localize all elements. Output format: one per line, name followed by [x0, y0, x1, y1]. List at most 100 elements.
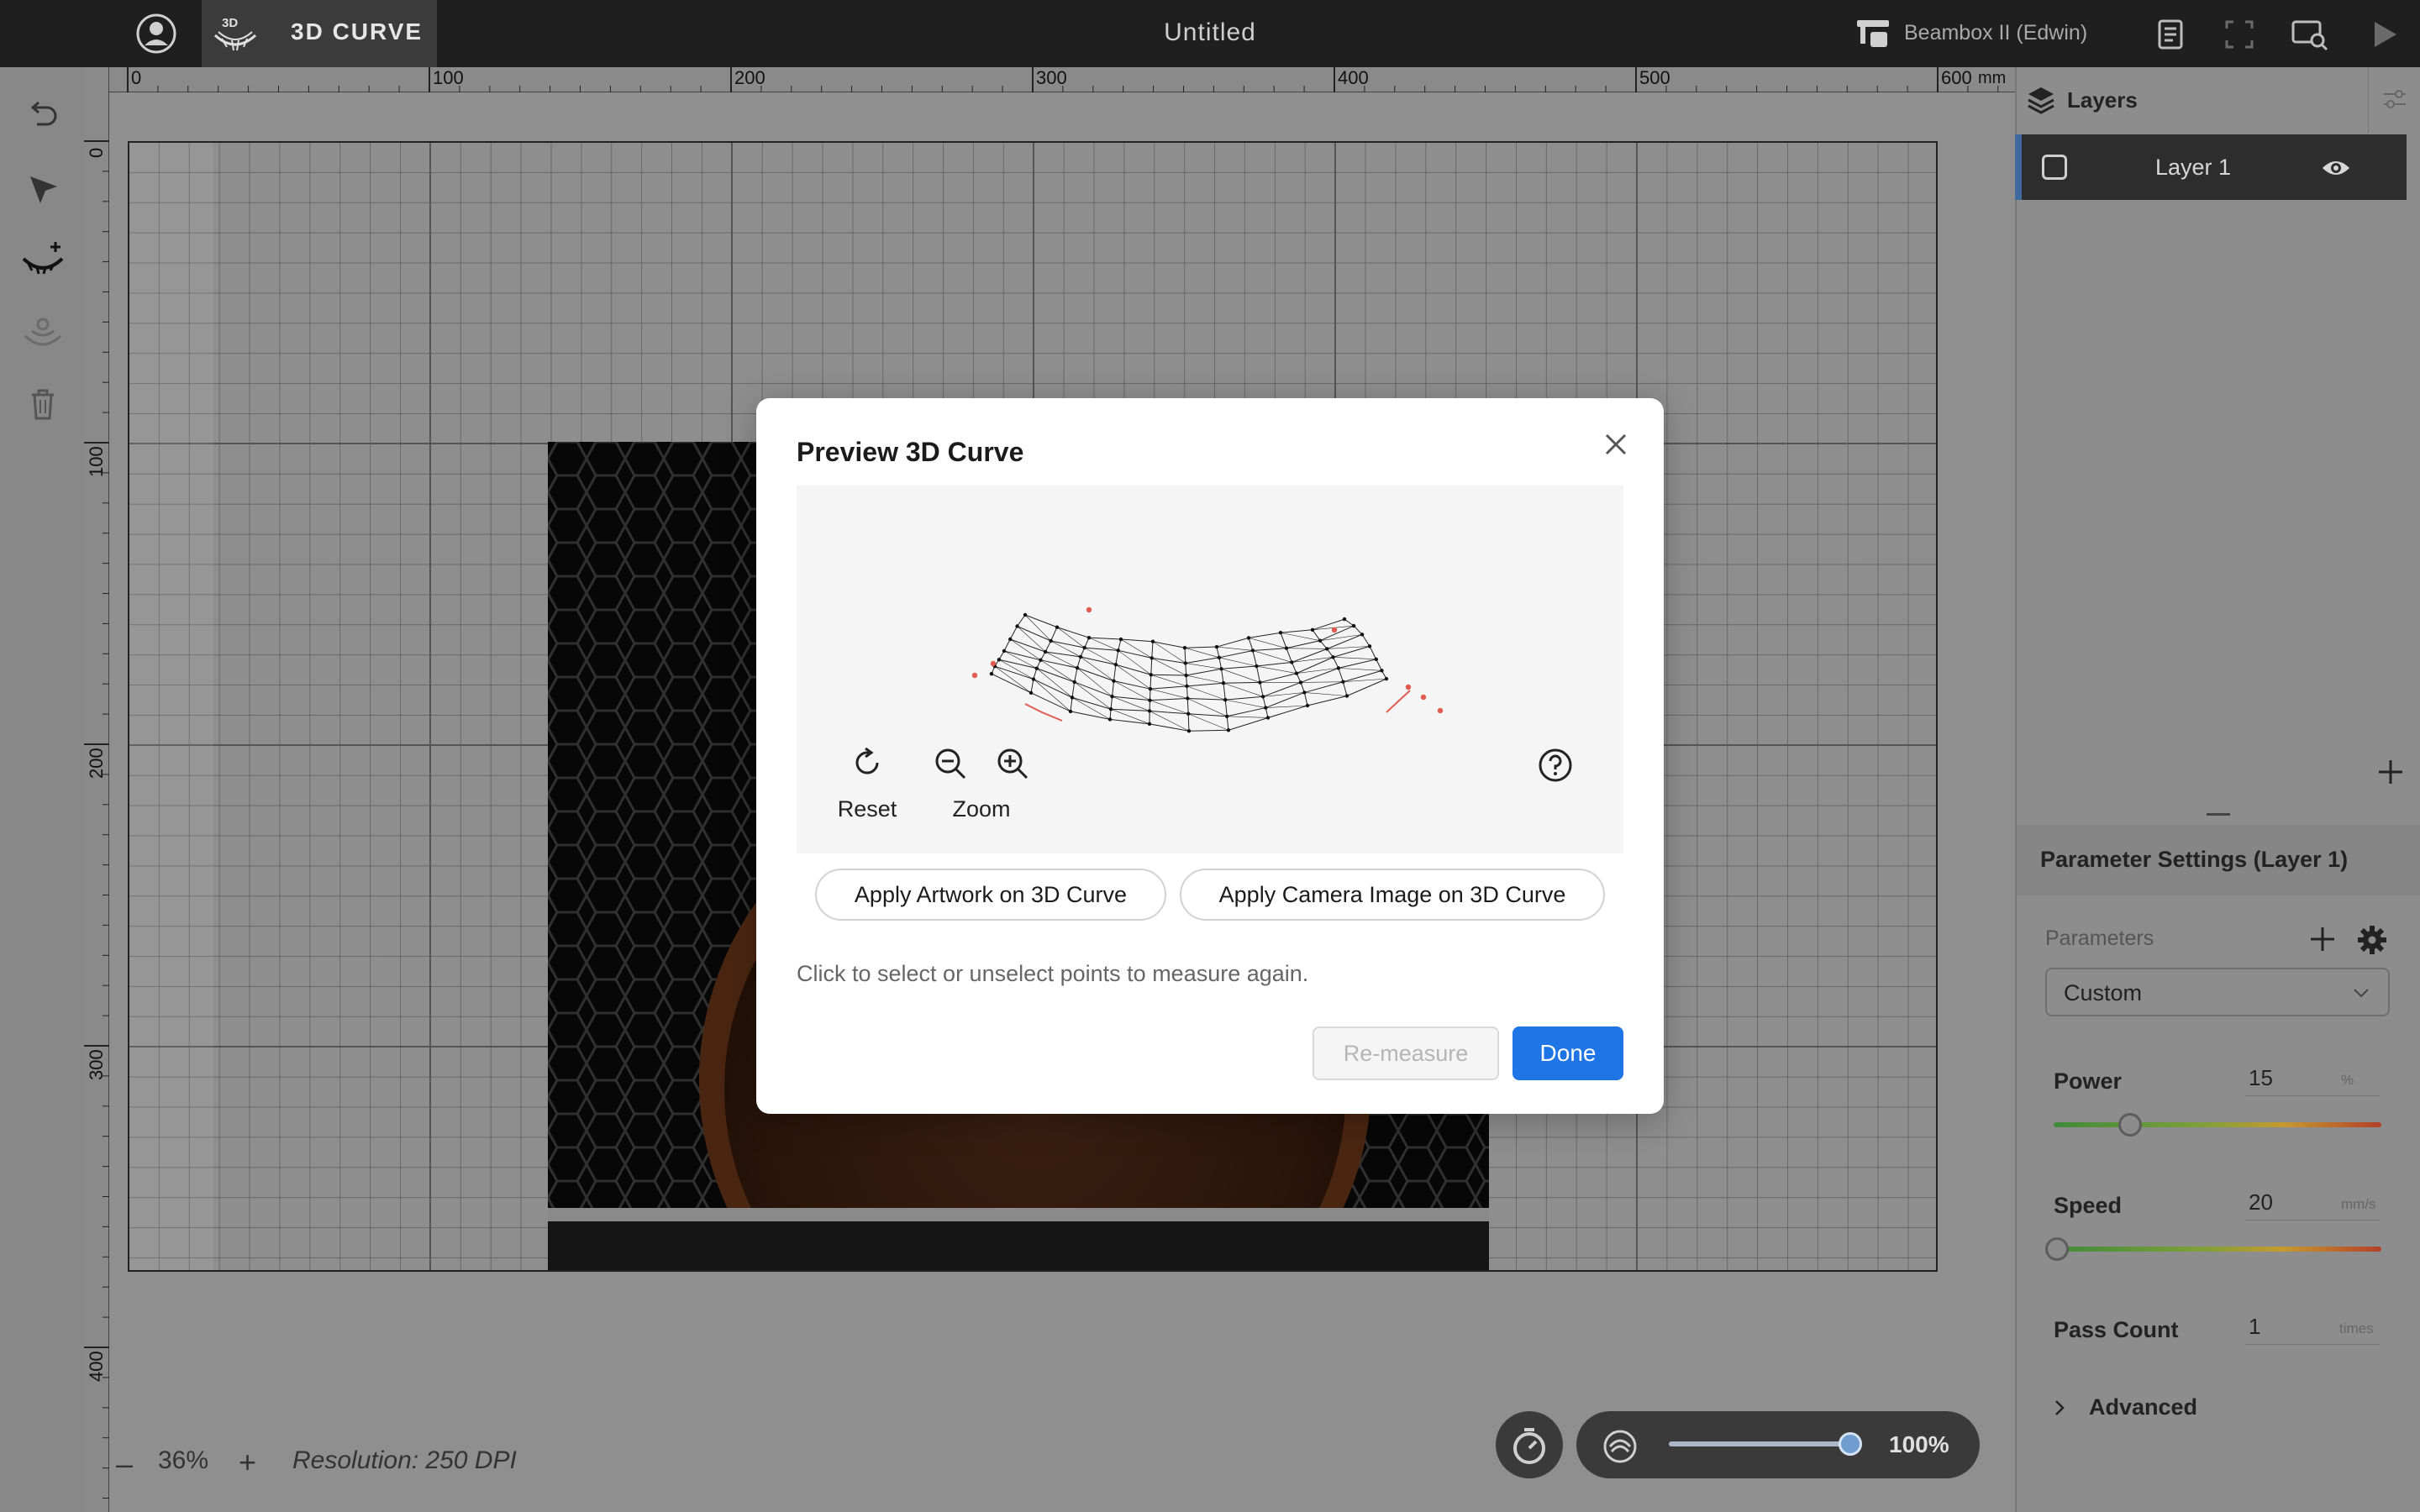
- close-icon[interactable]: [1602, 430, 1630, 459]
- reset-icon[interactable]: [850, 746, 884, 780]
- measure-point: [1113, 663, 1118, 667]
- power-slider-track[interactable]: [2054, 1122, 2381, 1127]
- measure-point: [1318, 638, 1323, 643]
- mesh-diagonal: [1071, 697, 1111, 720]
- apply-camera-image-button[interactable]: Apply Camera Image on 3D Curve: [1180, 869, 1605, 921]
- resolution-label: Resolution: 250 DPI: [292, 1446, 517, 1474]
- machine-icon[interactable]: [1854, 17, 1892, 50]
- zoom-out-icon[interactable]: [933, 746, 968, 781]
- unselected-measure-point: [1331, 627, 1338, 633]
- unselected-measure-point: [1437, 707, 1444, 714]
- estimate-time-button[interactable]: [1496, 1411, 1563, 1478]
- mesh-diagonal: [1120, 638, 1152, 659]
- measure-point: [1008, 637, 1013, 642]
- speed-slider-thumb[interactable]: [2045, 1237, 2069, 1261]
- user-icon[interactable]: [134, 12, 178, 55]
- measure-point: [1150, 639, 1155, 643]
- re-measure-button[interactable]: Re-measure: [1313, 1026, 1499, 1080]
- add-layer-icon[interactable]: [2375, 756, 2407, 788]
- eye-icon[interactable]: [2321, 156, 2351, 180]
- vruler-label-300: 300: [86, 1049, 107, 1080]
- speed-input[interactable]: 20: [2249, 1189, 2273, 1215]
- measure-point: [1034, 666, 1039, 670]
- power-slider-thumb[interactable]: [2118, 1113, 2142, 1137]
- speed-slider-track[interactable]: [2054, 1247, 2381, 1252]
- mesh-diagonal: [1256, 665, 1297, 674]
- vruler-label-400: 400: [86, 1351, 107, 1382]
- measure-point: [1086, 635, 1092, 640]
- opacity-slider-track[interactable]: [1669, 1441, 1862, 1446]
- play-icon[interactable]: [2366, 17, 2402, 52]
- unselected-measure-point: [971, 672, 978, 679]
- zoom-out-button[interactable]: –: [116, 1446, 133, 1482]
- document-icon[interactable]: [2153, 17, 2188, 52]
- mesh-diagonal: [1003, 650, 1037, 669]
- mesh-diagonal: [1218, 657, 1257, 667]
- measure-point: [1351, 623, 1356, 628]
- hruler-label-500: 500: [1639, 67, 1670, 88]
- measure-point: [1342, 617, 1347, 622]
- vertical-ruler: 0 100 200 300 400: [84, 67, 109, 1512]
- preset-value: Custom: [2064, 980, 2143, 1005]
- zoom-in-icon[interactable]: [995, 746, 1030, 781]
- layer-name[interactable]: Layer 1: [2118, 155, 2269, 181]
- mesh-diagonal: [1280, 632, 1321, 641]
- measure-point: [1223, 697, 1228, 702]
- measure-point: [1380, 669, 1384, 673]
- cursor-icon[interactable]: [22, 168, 64, 210]
- document-title: Untitled: [1164, 18, 1256, 46]
- vertical-ruler-ticks: [84, 140, 109, 1499]
- measure-point: [1028, 690, 1034, 695]
- mesh-diagonal: [1248, 638, 1287, 648]
- measure-point: [1075, 665, 1080, 670]
- measure-point: [1055, 625, 1060, 629]
- mesh-column-line: [1312, 629, 1348, 696]
- help-icon[interactable]: [1538, 748, 1573, 783]
- measure-point: [1265, 716, 1270, 720]
- layer-preview-icon[interactable]: [1602, 1428, 1639, 1465]
- measure-point: [1258, 680, 1262, 685]
- layer-select-checkbox[interactable]: [2042, 155, 2067, 180]
- mesh-diagonal: [994, 665, 1032, 694]
- speed-unit: mm/s: [2341, 1196, 2376, 1212]
- chevron-right-icon[interactable]: [2050, 1398, 2069, 1418]
- undo-icon[interactable]: [22, 96, 64, 138]
- frame-icon[interactable]: [2222, 17, 2257, 52]
- apply-artwork-button[interactable]: Apply Artwork on 3D Curve: [815, 869, 1166, 921]
- measure-point: [1186, 729, 1192, 733]
- mesh-diagonal: [1150, 688, 1188, 699]
- hruler-label-200: 200: [734, 67, 765, 88]
- hruler-label-100: 100: [433, 67, 464, 88]
- power-unit: %: [2341, 1072, 2354, 1088]
- trash-icon[interactable]: [22, 383, 64, 425]
- horizontal-ruler: 0 100 200 300 400 500 600 mm: [108, 67, 2015, 92]
- curve-apply-icon[interactable]: [22, 312, 64, 354]
- measure-point: [1148, 698, 1152, 702]
- add-preset-icon[interactable]: [2307, 924, 2338, 954]
- measure-point: [1360, 633, 1365, 637]
- panel-resize-handle[interactable]: [2207, 813, 2230, 816]
- unselected-measure-point: [1405, 684, 1412, 690]
- measure-point: [1107, 717, 1113, 722]
- advanced-toggle[interactable]: Advanced: [2089, 1394, 2197, 1420]
- done-button[interactable]: Done: [1512, 1026, 1623, 1080]
- measure-point: [1278, 631, 1283, 635]
- layer-settings-button[interactable]: [2368, 67, 2420, 133]
- mesh-diagonal: [1333, 657, 1376, 660]
- opacity-slider-thumb[interactable]: [1839, 1432, 1862, 1456]
- camera-search-icon[interactable]: [2291, 17, 2329, 52]
- power-input[interactable]: 15: [2249, 1065, 2273, 1091]
- mesh-diagonal: [1300, 681, 1344, 683]
- curve-measure-icon[interactable]: [22, 239, 64, 281]
- measure-point: [1147, 709, 1152, 713]
- measure-point: [1116, 648, 1120, 653]
- gear-icon[interactable]: [2356, 924, 2388, 956]
- pass-count-input[interactable]: 1: [2249, 1314, 2260, 1340]
- vruler-label-0: 0: [86, 147, 107, 158]
- 3d-curve-mesh[interactable]: [958, 601, 1454, 749]
- machine-name[interactable]: Beambox II (Edwin): [1904, 21, 2087, 45]
- measure-point: [1185, 684, 1189, 689]
- timer-icon: [1513, 1428, 1545, 1464]
- unselected-measure-point: [990, 660, 997, 667]
- zoom-in-button[interactable]: +: [239, 1445, 256, 1480]
